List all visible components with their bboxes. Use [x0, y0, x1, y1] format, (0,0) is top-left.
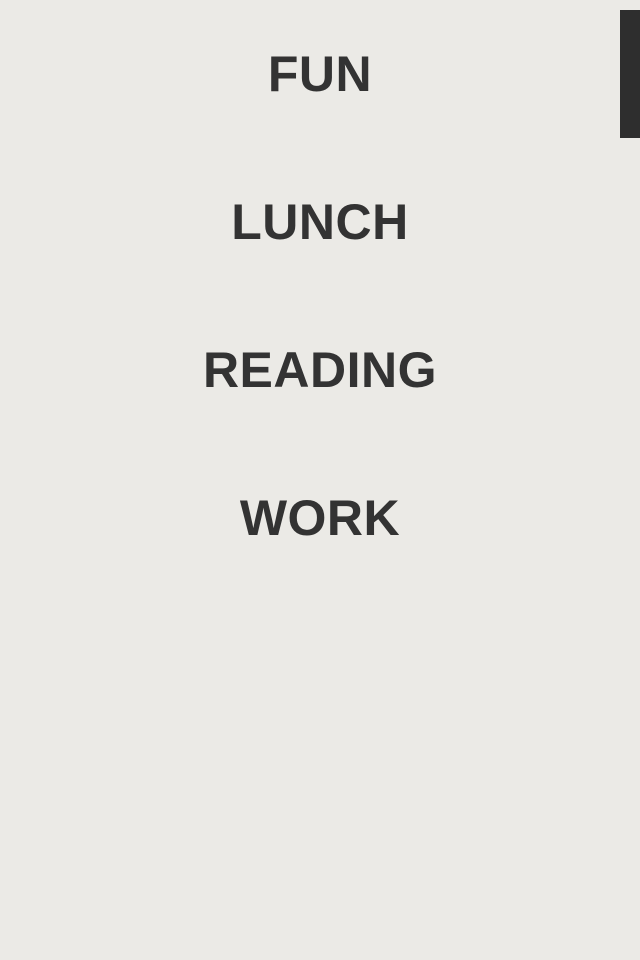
category-item-reading[interactable]: READING — [0, 320, 640, 420]
category-list: FUN LUNCH READING WORK — [0, 0, 640, 960]
category-label: LUNCH — [231, 194, 409, 250]
category-item-lunch[interactable]: LUNCH — [0, 172, 640, 272]
category-item-fun[interactable]: FUN — [0, 24, 640, 124]
category-item-work[interactable]: WORK — [0, 468, 640, 568]
category-label: READING — [202, 342, 438, 398]
category-label: FUN — [267, 46, 373, 102]
category-label: WORK — [239, 490, 401, 546]
scrollbar-thumb[interactable] — [620, 10, 640, 138]
